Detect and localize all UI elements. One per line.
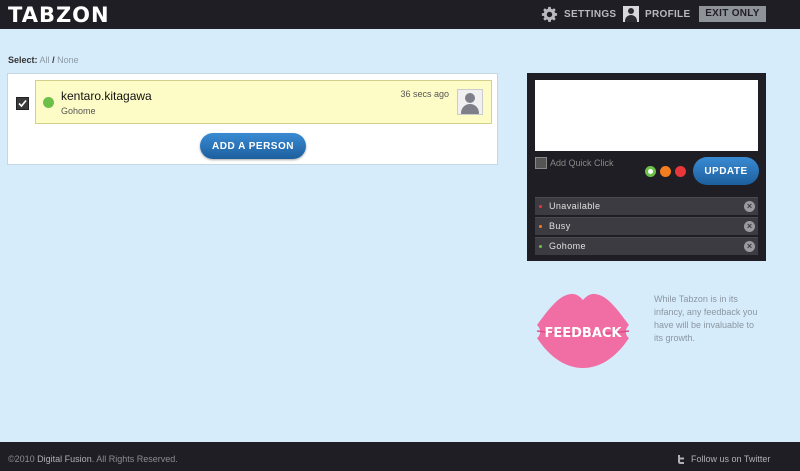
footer: ©2010 Digital Fusion. All Rights Reserve… <box>0 442 800 471</box>
person-card[interactable]: kentaro.kitagawa Gohome 36 secs ago <box>35 80 492 124</box>
copyright-text: . All Rights Reserved. <box>91 454 178 464</box>
copyright: ©2010 Digital Fusion. All Rights Reserve… <box>8 454 178 464</box>
preset-status-unavailable[interactable]: Unavailable × <box>535 197 758 215</box>
person-updated-time: 36 secs ago <box>400 89 449 99</box>
status-dot-icon <box>43 97 54 108</box>
twitter-link[interactable]: Follow us on Twitter <box>677 454 770 464</box>
person-name: kentaro.kitagawa <box>61 89 152 103</box>
status-update-panel: Add Quick Click UPDATE Unavailable × Bus… <box>527 73 766 261</box>
green-status-option[interactable] <box>645 166 656 177</box>
select-label: Select: <box>8 55 38 65</box>
red-dot-icon <box>539 205 542 208</box>
feedback-lips-button[interactable]: FEEDBACK <box>535 291 631 369</box>
settings-label: SETTINGS <box>564 9 617 20</box>
profile-label: PROFILE <box>645 8 691 20</box>
add-person-button[interactable]: ADD A PERSON <box>200 133 306 159</box>
twitter-icon <box>678 454 684 464</box>
preset-status-gohome[interactable]: Gohome × <box>535 237 758 255</box>
avatar <box>457 89 483 115</box>
top-bar: TABZON SETTINGS PROFILE EXIT ONLY <box>0 0 800 29</box>
profile-icon <box>623 6 639 22</box>
orange-dot-icon <box>539 225 542 228</box>
copyright-year: ©2010 <box>8 454 35 464</box>
settings-link[interactable]: SETTINGS <box>541 6 616 23</box>
preset-label: Busy <box>549 221 571 231</box>
remove-icon[interactable]: × <box>744 221 755 232</box>
quick-click-label: Add Quick Click <box>550 158 614 168</box>
select-separator: / <box>52 55 55 65</box>
orange-status-option[interactable] <box>660 166 671 177</box>
people-panel: kentaro.kitagawa Gohome 36 secs ago ADD … <box>7 73 498 165</box>
preset-label: Gohome <box>549 241 586 251</box>
person-status: Gohome <box>61 106 96 116</box>
quick-click-checkbox[interactable] <box>535 157 547 169</box>
tabzon-logo[interactable]: TABZON <box>8 3 110 27</box>
checkmark-icon <box>18 99 27 108</box>
update-button[interactable]: UPDATE <box>693 157 759 185</box>
preset-label: Unavailable <box>549 201 601 211</box>
select-none-link[interactable]: None <box>57 55 79 65</box>
red-status-option[interactable] <box>675 166 686 177</box>
remove-icon[interactable]: × <box>744 201 755 212</box>
person-checkbox[interactable] <box>16 97 29 110</box>
feedback-label: FEEDBACK <box>544 326 622 341</box>
status-input[interactable] <box>535 80 758 151</box>
preset-status-busy[interactable]: Busy × <box>535 217 758 235</box>
select-all-link[interactable]: All <box>40 55 50 65</box>
remove-icon[interactable]: × <box>744 241 755 252</box>
owner-link[interactable]: Digital Fusion <box>37 454 92 464</box>
gear-icon <box>541 6 558 22</box>
exit-only-button[interactable]: EXIT ONLY <box>699 6 766 22</box>
twitter-label: Follow us on Twitter <box>691 454 771 464</box>
profile-link[interactable]: PROFILE <box>623 6 690 22</box>
feedback-description: While Tabzon is in its infancy, any feed… <box>654 294 758 343</box>
green-dot-icon <box>539 245 542 248</box>
select-controls: Select: All / None <box>8 55 79 65</box>
selected-indicator-icon <box>648 169 653 174</box>
